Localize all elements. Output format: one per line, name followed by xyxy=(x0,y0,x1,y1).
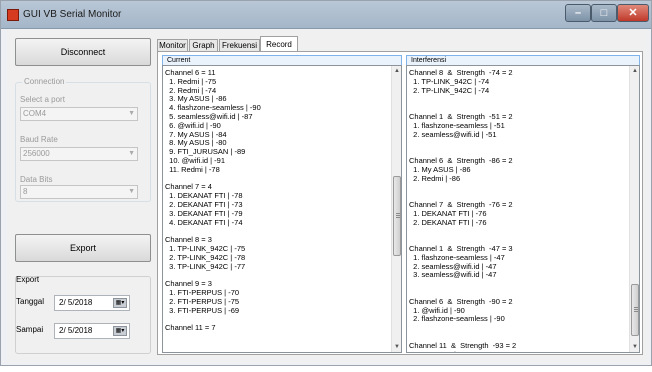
window-title: GUI VB Serial Monitor xyxy=(23,9,122,20)
port-label: Select a port xyxy=(20,95,65,104)
chevron-down-icon: ▼ xyxy=(128,110,135,117)
calendar-icon[interactable]: ▦▾ xyxy=(113,326,127,336)
export-group: Export Tanggal 2/ 5/2018 ▦▾ Sampai 2/ 5/2… xyxy=(15,275,151,354)
current-header: Current xyxy=(162,55,402,65)
sampai-date-picker[interactable]: 2/ 5/2018 ▦▾ xyxy=(54,323,130,339)
bits-combo[interactable]: 8 ▼ xyxy=(20,185,138,199)
disconnect-button[interactable]: Disconnect xyxy=(15,38,151,66)
scroll-up-arrow-icon[interactable]: ▲ xyxy=(392,66,401,76)
scroll-down-arrow-icon[interactable]: ▼ xyxy=(392,342,401,352)
interferensi-scrollbar[interactable]: ▲ ▼ xyxy=(629,66,639,352)
current-panel: Current Channel 6 = 11 1. Redmi | -75 2.… xyxy=(162,55,402,353)
scroll-down-arrow-icon[interactable]: ▼ xyxy=(630,342,639,352)
current-textbox[interactable]: Channel 6 = 11 1. Redmi | -75 2. Redmi |… xyxy=(162,65,402,353)
tanggal-label: Tanggal xyxy=(16,297,45,306)
chevron-down-icon: ▼ xyxy=(128,188,135,195)
current-scroll-thumb[interactable] xyxy=(393,176,401,256)
port-value: COM4 xyxy=(23,109,47,118)
current-scrollbar[interactable]: ▲ ▼ xyxy=(391,66,401,352)
close-button[interactable]: ✕ xyxy=(617,4,649,22)
export-group-label: Export xyxy=(16,275,40,284)
sampai-label: Sampai xyxy=(16,325,44,334)
baud-combo[interactable]: 256000 ▼ xyxy=(20,147,138,161)
interferensi-panel: Interferensi Channel 8 & Strength -74 = … xyxy=(406,55,640,353)
sampai-value: 2/ 5/2018 xyxy=(59,326,93,335)
interferensi-textbox[interactable]: Channel 8 & Strength -74 = 2 1. TP-LINK_… xyxy=(406,65,640,353)
maximize-button[interactable]: □ xyxy=(591,4,617,22)
export-button[interactable]: Export xyxy=(15,234,151,262)
tanggal-date-picker[interactable]: 2/ 5/2018 ▦▾ xyxy=(54,295,130,311)
title-bar[interactable]: GUI VB Serial Monitor – □ ✕ xyxy=(1,1,651,29)
interferensi-text: Channel 8 & Strength -74 = 2 1. TP-LINK_… xyxy=(409,68,517,352)
record-tab-page: Current Channel 6 = 11 1. Redmi | -75 2.… xyxy=(157,51,643,355)
baud-label: Baud Rate xyxy=(20,135,58,144)
current-text: Channel 6 = 11 1. Redmi | -75 2. Redmi |… xyxy=(165,68,261,333)
connection-group: Connection Select a port COM4 ▼ Baud Rate… xyxy=(15,77,151,202)
interferensi-scroll-thumb[interactable] xyxy=(631,284,639,336)
interferensi-header: Interferensi xyxy=(406,55,640,65)
port-combo[interactable]: COM4 ▼ xyxy=(20,107,138,121)
tab-record[interactable]: Record xyxy=(260,36,298,52)
bits-label: Data Bits xyxy=(20,175,53,184)
left-panel: Disconnect Connection Select a port COM4… xyxy=(15,38,153,356)
client-area: Disconnect Connection Select a port COM4… xyxy=(7,30,647,362)
minimize-button[interactable]: – xyxy=(565,4,591,22)
app-icon xyxy=(7,9,19,21)
baud-value: 256000 xyxy=(23,149,50,158)
chevron-down-icon: ▼ xyxy=(128,150,135,157)
scroll-up-arrow-icon[interactable]: ▲ xyxy=(630,66,639,76)
calendar-icon[interactable]: ▦▾ xyxy=(113,298,127,308)
tanggal-value: 2/ 5/2018 xyxy=(59,298,93,307)
bits-value: 8 xyxy=(23,187,28,196)
connection-group-label: Connection xyxy=(22,77,67,86)
app-window: GUI VB Serial Monitor – □ ✕ Disconnect C… xyxy=(0,0,652,366)
